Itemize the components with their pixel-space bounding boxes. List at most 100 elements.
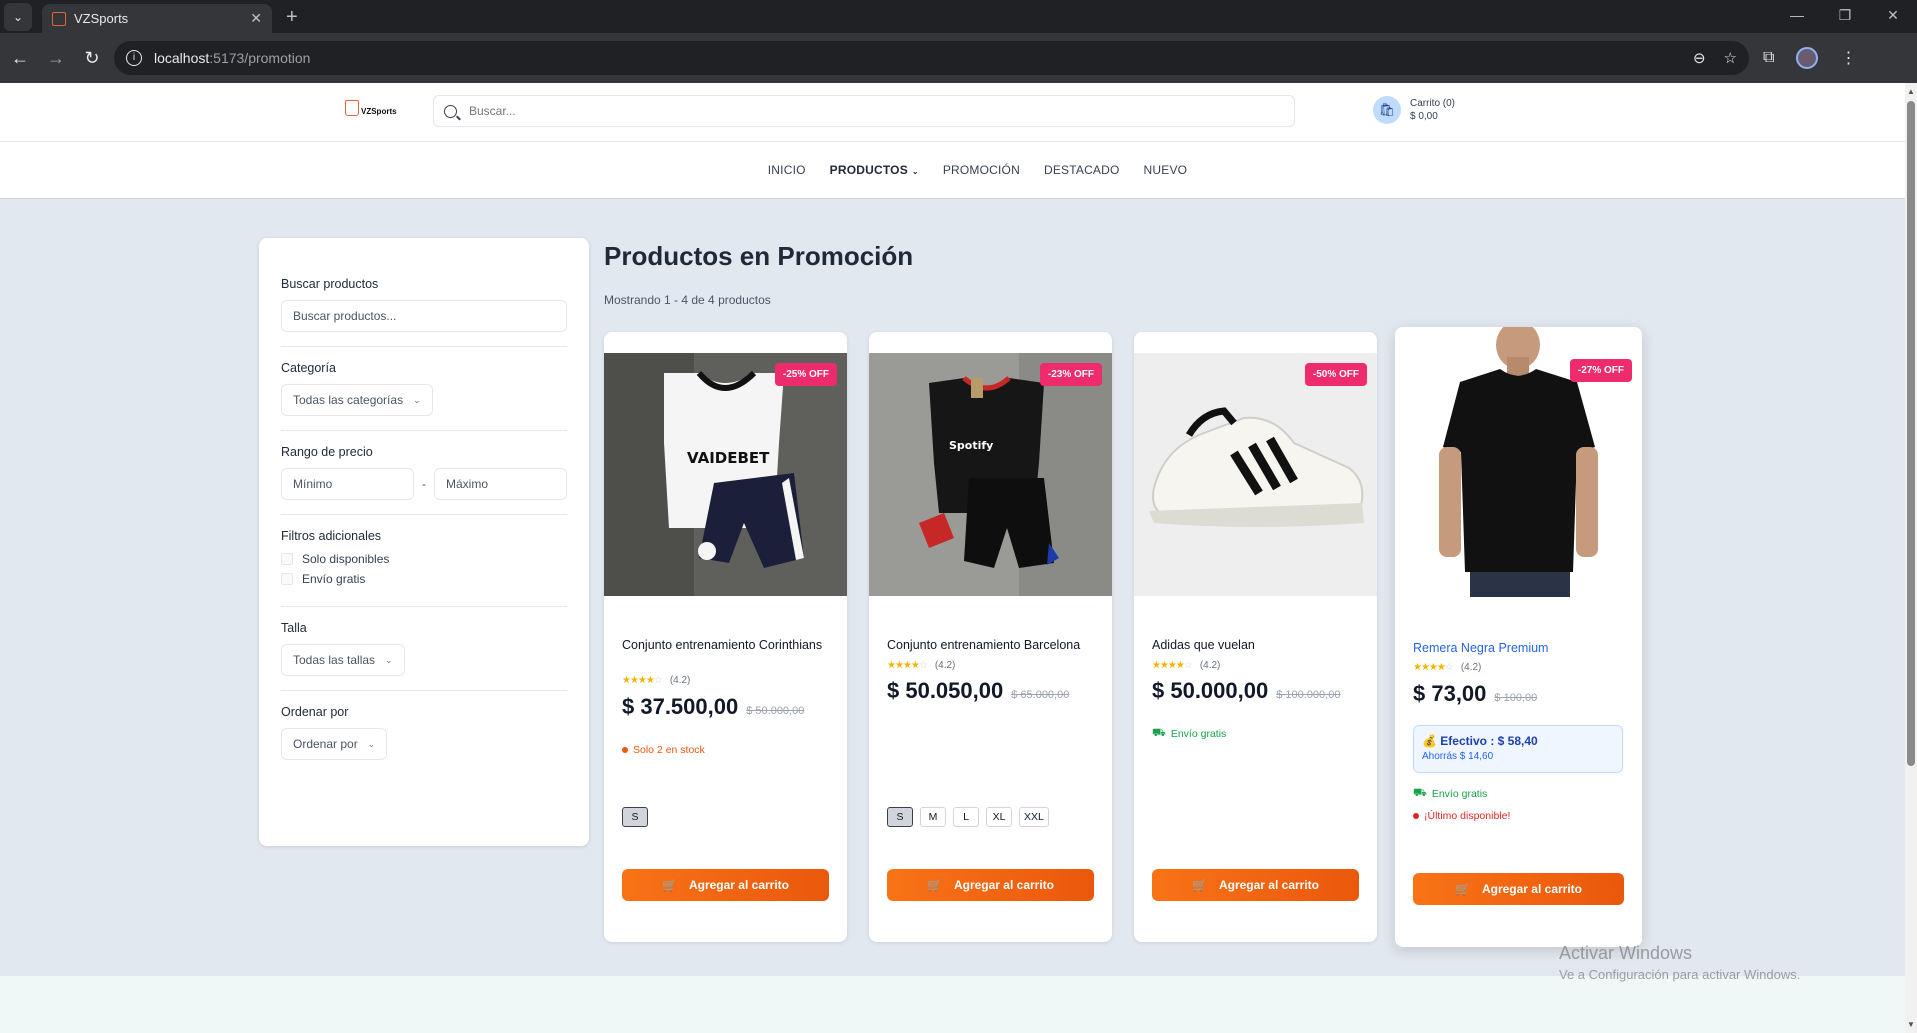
- filter-order-group: Ordenar por Ordenar por ⌄: [281, 705, 567, 774]
- checkbox-box[interactable]: [281, 553, 293, 565]
- extensions-icon[interactable]: ⧉: [1763, 49, 1774, 67]
- add-to-cart-button[interactable]: 🛒 Agregar al carrito: [1413, 873, 1624, 905]
- stock-status: Solo 2 en stock: [622, 744, 705, 756]
- stock-dot-icon: [1413, 813, 1419, 819]
- size-option[interactable]: L: [953, 807, 979, 827]
- tab-title: VZSports: [74, 11, 129, 26]
- product-name[interactable]: Adidas que vuelan: [1152, 637, 1362, 653]
- product-card[interactable]: Spotify -23% OFF Conjunto entrenamiento …: [869, 332, 1112, 942]
- browser-menu-icon[interactable]: ⋮: [1840, 48, 1856, 68]
- shopping-bag-icon: [345, 100, 359, 116]
- add-to-cart-label: Agregar al carrito: [953, 878, 1054, 892]
- filter-category-group: Categoría Todas las categorías ⌄: [281, 361, 567, 431]
- category-select[interactable]: Todas las categorías ⌄: [281, 384, 433, 416]
- footer: [0, 976, 1905, 1033]
- site-search[interactable]: [433, 95, 1295, 127]
- filter-search-label: Buscar productos: [281, 277, 379, 291]
- bookmark-star-icon[interactable]: ☆: [1724, 49, 1737, 67]
- filter-price-group: Rango de precio Mínimo - Máximo: [281, 445, 567, 515]
- order-select[interactable]: Ordenar por ⌄: [281, 728, 388, 760]
- old-price: $ 50.000,00: [746, 705, 805, 717]
- filter-search-group: Buscar productos Buscar productos...: [281, 277, 567, 347]
- nav-productos[interactable]: PRODUCTOS ⌄: [830, 163, 919, 177]
- product-image[interactable]: Spotify: [869, 353, 1112, 596]
- url-field[interactable]: i localhost:5173/promotion ⊖ ☆: [114, 41, 1749, 75]
- page-scrollbar[interactable]: ▲ ▼: [1905, 83, 1917, 1033]
- chevron-down-icon: ⌄: [367, 738, 376, 749]
- product-price: $ 37.500,00 $ 50.000,00: [622, 694, 804, 720]
- scroll-down-icon[interactable]: ▼: [1907, 1020, 1915, 1029]
- truck-icon: ⛟: [1152, 727, 1166, 739]
- product-rating: ★★★★☆ (4.2): [887, 660, 955, 671]
- cart-icon[interactable]: 🛍: [1373, 96, 1401, 124]
- product-name[interactable]: Conjunto entrenamiento Corinthians: [622, 637, 832, 653]
- tab-search-button[interactable]: ⌄: [4, 3, 32, 31]
- size-option[interactable]: XXL: [1019, 807, 1049, 827]
- current-price: $ 73,00: [1413, 681, 1487, 706]
- size-select[interactable]: Todas las tallas ⌄: [281, 644, 405, 676]
- scrollbar-thumb[interactable]: [1907, 101, 1915, 766]
- nav-destacado[interactable]: DESTACADO: [1044, 163, 1120, 177]
- add-to-cart-button[interactable]: 🛒 Agregar al carrito: [622, 869, 829, 901]
- nav-promocion[interactable]: PROMOCIÓN: [943, 163, 1020, 177]
- site-search-input[interactable]: [469, 104, 1229, 118]
- minimize-icon[interactable]: —: [1773, 0, 1821, 33]
- size-option[interactable]: S: [622, 807, 648, 827]
- cart-widget[interactable]: 🛍 Carrito (0) $ 0,00: [1373, 96, 1455, 124]
- size-option[interactable]: M: [920, 807, 946, 827]
- price-min-input[interactable]: Mínimo: [281, 468, 414, 500]
- discount-badge: -25% OFF: [774, 363, 837, 386]
- only-available-label: Solo disponibles: [302, 552, 390, 566]
- main-nav: INICIO PRODUCTOS ⌄ PROMOCIÓN DESTACADO NU…: [0, 142, 1905, 199]
- filter-size-label: Talla: [281, 621, 307, 635]
- add-to-cart-button[interactable]: 🛒 Agregar al carrito: [1152, 869, 1359, 901]
- nav-nuevo[interactable]: NUEVO: [1144, 163, 1188, 177]
- nav-inicio[interactable]: INICIO: [768, 163, 806, 177]
- restore-icon[interactable]: ❐: [1821, 0, 1869, 33]
- free-shipping-label: Envío gratis: [302, 572, 366, 586]
- nav-productos-label: PRODUCTOS: [829, 163, 908, 177]
- address-bar: ← → ↻ i localhost:5173/promotion ⊖ ☆ ⧉ ⋮: [0, 33, 1917, 83]
- forward-icon[interactable]: →: [38, 48, 74, 69]
- discount-badge: -50% OFF: [1304, 363, 1367, 386]
- tab-close-icon[interactable]: ✕: [250, 10, 262, 27]
- size-option[interactable]: S: [887, 807, 913, 827]
- back-icon[interactable]: ←: [2, 48, 38, 69]
- site-info-icon[interactable]: i: [126, 50, 142, 66]
- profile-avatar[interactable]: [1796, 47, 1819, 69]
- filter-category-label: Categoría: [281, 361, 336, 375]
- product-price: $ 50.050,00 $ 65.000,00: [887, 678, 1069, 704]
- site-logo[interactable]: VZSports: [345, 100, 397, 116]
- star-rating-icon: ★★★★☆: [887, 660, 928, 671]
- filter-search-input[interactable]: Buscar productos...: [281, 300, 567, 332]
- price-max-input[interactable]: Máximo: [434, 468, 567, 500]
- new-tab-button[interactable]: +: [286, 6, 298, 29]
- sneaker-image: [1134, 353, 1377, 596]
- favicon-icon: [52, 11, 66, 26]
- only-available-checkbox[interactable]: Solo disponibles: [281, 552, 567, 566]
- product-card[interactable]: VAIDEBET -25% OFF Conjunto entrenamiento…: [604, 332, 847, 942]
- product-name[interactable]: Conjunto entrenamiento Barcelona: [887, 637, 1097, 653]
- product-image[interactable]: VAIDEBET: [604, 353, 847, 596]
- product-card[interactable]: -27% OFF Remera Negra Premium ★★★★☆ (4.2)…: [1395, 327, 1642, 947]
- add-to-cart-button[interactable]: 🛒 Agregar al carrito: [887, 869, 1094, 901]
- product-card[interactable]: -50% OFF Adidas que vuelan ★★★★☆ (4.2) $ …: [1134, 332, 1377, 942]
- size-option[interactable]: XL: [986, 807, 1012, 827]
- zoom-icon[interactable]: ⊖: [1693, 49, 1706, 67]
- free-shipping-label: ⛟ Envío gratis: [1152, 727, 1226, 741]
- size-select-value: Todas las tallas: [293, 653, 376, 667]
- product-name[interactable]: Remera Negra Premium: [1413, 640, 1623, 656]
- free-shipping-checkbox[interactable]: Envío gratis: [281, 572, 567, 586]
- cart-icon: 🛒: [1192, 878, 1207, 892]
- window-close-icon[interactable]: ✕: [1869, 0, 1917, 33]
- filter-size-group: Talla Todas las tallas ⌄: [281, 621, 567, 691]
- discount-badge: -23% OFF: [1039, 363, 1102, 386]
- reload-icon[interactable]: ↻: [74, 48, 110, 69]
- product-image[interactable]: [1134, 353, 1377, 596]
- scroll-up-icon[interactable]: ▲: [1907, 87, 1915, 96]
- windows-activation-watermark: Activar Windows Ve a Configuración para …: [1559, 943, 1800, 982]
- checkbox-box[interactable]: [281, 573, 293, 585]
- svg-text:Spotify: Spotify: [949, 439, 993, 452]
- browser-tab[interactable]: VZSports ✕: [42, 4, 272, 33]
- rating-value: (4.2): [1460, 662, 1482, 673]
